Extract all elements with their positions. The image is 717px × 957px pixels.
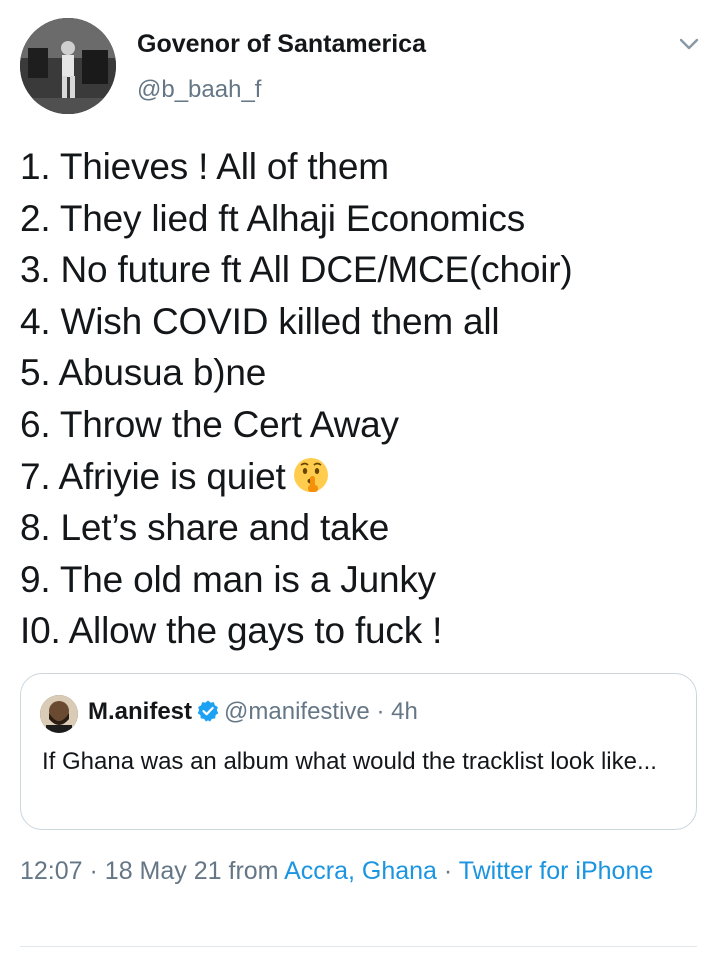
separator-dot: · [443, 857, 453, 885]
tweet-text: 1. Thieves ! All of them 2. They lied ft… [20, 141, 700, 657]
tweet-line: I0. Allow the gays to fuck ! [20, 610, 443, 652]
tweet-line: 9. The old man is a Junky [20, 558, 436, 600]
tweet-line: 3. No future ft All DCE/MCE(choir) [20, 249, 573, 291]
author-avatar[interactable] [20, 18, 116, 114]
tweet-line: 7. Afriyie is quiet [20, 451, 700, 503]
quoted-tweet[interactable]: M.anifest @manifestive · 4h If Ghana was… [20, 673, 697, 830]
tweet-line: 8. Let’s share and take [20, 507, 390, 549]
separator-dot: · [376, 698, 385, 725]
location-link[interactable]: Accra, Ghana [284, 857, 437, 885]
divider [20, 946, 697, 947]
client-link[interactable]: Twitter for iPhone [459, 857, 654, 885]
tweet-metadata: 12:07 · 18 May 21 from Accra, Ghana · Tw… [20, 853, 680, 890]
author-handle[interactable]: @b_baah_f [137, 76, 261, 104]
quoted-tweet-text: If Ghana was an album what would the tra… [42, 748, 657, 775]
tweet-line: 2. They lied ft Alhaji Economics [20, 197, 526, 239]
tweet-line: 6. Throw the Cert Away [20, 403, 399, 445]
tweet-line: 5. Abusua b)ne [20, 352, 267, 394]
tweet-line: 1. Thieves ! All of them [20, 146, 389, 187]
quoted-author-name[interactable]: M.anifest [88, 698, 192, 725]
quoted-author-handle[interactable]: @manifestive [224, 698, 370, 725]
tweet-date[interactable]: 18 May 21 [105, 857, 222, 885]
tweet-time[interactable]: 12:07 [20, 857, 83, 885]
verified-badge-icon [196, 699, 220, 723]
author-display-name[interactable]: Govenor of Santamerica [137, 30, 426, 59]
tweet-line: 4. Wish COVID killed them all [20, 300, 500, 342]
quoted-tweet-header: M.anifest @manifestive · 4h [88, 697, 418, 727]
chevron-down-icon[interactable] [676, 34, 702, 54]
tweet-line-text: 7. Afriyie is quiet [20, 455, 286, 497]
from-label: from [228, 857, 279, 885]
shushing-face-emoji-icon [292, 456, 330, 494]
quoted-tweet-time: 4h [391, 698, 418, 725]
quoted-author-avatar[interactable] [40, 695, 78, 733]
separator-dot: · [89, 857, 98, 885]
